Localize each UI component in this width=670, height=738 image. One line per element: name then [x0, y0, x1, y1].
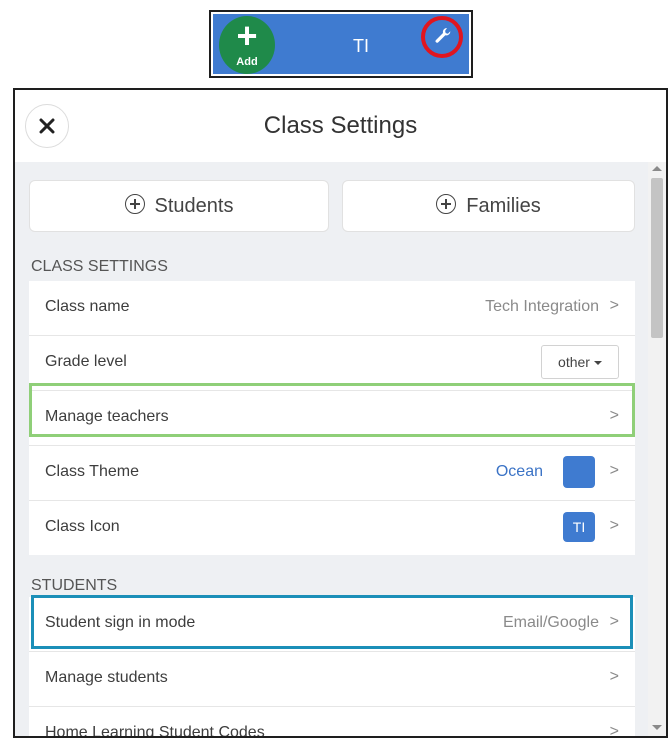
caret-down-icon: [593, 361, 602, 365]
manage-students-row[interactable]: Manage students >: [29, 652, 635, 707]
class-icon-row[interactable]: Class Icon TI >: [29, 501, 635, 555]
manage-teachers-label: Manage teachers: [45, 408, 169, 425]
class-theme-value: Ocean: [495, 463, 543, 480]
add-families-label: Families: [466, 195, 541, 217]
panel-body: Students Families CLASS SETTINGS Class n…: [15, 162, 649, 736]
grade-level-select[interactable]: other: [541, 345, 619, 379]
scrollbar[interactable]: [648, 162, 666, 736]
sign-in-mode-row[interactable]: Student sign in mode Email/Google >: [29, 597, 635, 652]
page-title: Class Settings: [263, 112, 418, 139]
add-button[interactable]: + Add: [219, 16, 275, 74]
plus-circle-icon: [436, 194, 457, 214]
students-heading: STUDENTS: [31, 577, 118, 594]
students-list: Student sign in mode Email/Google > Mana…: [29, 597, 635, 736]
chevron-right-icon: >: [609, 407, 619, 424]
class-settings-heading: CLASS SETTINGS: [31, 258, 168, 275]
manage-teachers-row[interactable]: Manage teachers >: [29, 391, 635, 446]
class-settings-panel: Class Settings Students Families CLASS S…: [13, 88, 668, 738]
class-avatar: TI: [563, 512, 595, 542]
settings-button[interactable]: [421, 16, 463, 58]
chevron-right-icon: >: [609, 723, 619, 736]
home-learning-label: Home Learning Student Codes: [45, 724, 265, 736]
chevron-right-icon: >: [609, 517, 619, 534]
chevron-right-icon: >: [609, 668, 619, 685]
add-label: Add: [236, 56, 258, 68]
class-topbar: + Add TI: [213, 14, 469, 74]
sign-in-mode-label: Student sign in mode: [45, 614, 196, 631]
add-families-button[interactable]: Families: [342, 180, 635, 232]
chevron-right-icon: >: [609, 297, 619, 314]
scroll-down-icon[interactable]: [652, 725, 662, 730]
class-name-row[interactable]: Class name Tech Integration >: [29, 281, 635, 336]
plus-circle-icon: [124, 194, 145, 214]
scroll-up-icon[interactable]: [652, 166, 662, 171]
scroll-thumb[interactable]: [651, 178, 663, 338]
panel-header: Class Settings: [15, 90, 666, 163]
plus-icon: +: [236, 15, 258, 56]
add-students-button[interactable]: Students: [29, 180, 329, 232]
class-theme-row[interactable]: Class Theme Ocean >: [29, 446, 635, 501]
class-title: TI: [353, 36, 369, 56]
class-icon-label: Class Icon: [45, 518, 120, 535]
sign-in-mode-value: Email/Google: [502, 614, 599, 631]
chevron-right-icon: >: [609, 613, 619, 630]
grade-level-value: other: [558, 354, 590, 370]
class-name-label: Class name: [45, 298, 130, 315]
add-students-label: Students: [154, 195, 234, 217]
chevron-right-icon: >: [609, 462, 619, 479]
class-settings-list: Class name Tech Integration > Grade leve…: [29, 281, 635, 555]
manage-students-label: Manage students: [45, 669, 168, 686]
grade-level-row: Grade level other: [29, 336, 635, 391]
class-topbar-crop: + Add TI: [209, 10, 473, 78]
class-name-value: Tech Integration: [485, 298, 599, 315]
wrench-icon: [435, 27, 451, 43]
theme-color-swatch: [563, 456, 595, 488]
class-theme-label: Class Theme: [45, 463, 139, 480]
grade-level-label: Grade level: [45, 353, 127, 370]
